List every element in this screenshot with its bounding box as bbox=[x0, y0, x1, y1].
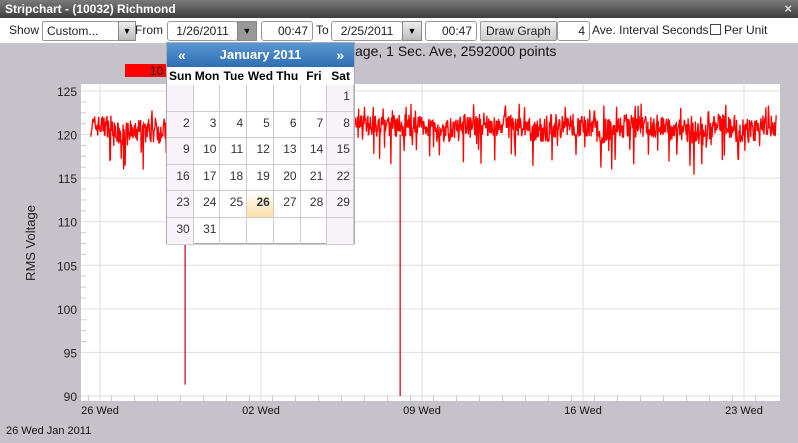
calendar-day-18[interactable]: 18 bbox=[220, 164, 248, 192]
calendar-empty-cell bbox=[247, 85, 274, 112]
calendar-empty-cell bbox=[300, 217, 328, 245]
chart-title: age, 1 Sec. Ave, 2592000 points bbox=[355, 43, 556, 59]
calendar-day-4[interactable]: 4 bbox=[220, 111, 248, 139]
calendar-day-30[interactable]: 30 bbox=[167, 217, 194, 245]
stripchart: age, 1 Sec. Ave, 2592000 points 10 90951… bbox=[6, 43, 780, 437]
calendar-day-11[interactable]: 11 bbox=[220, 138, 248, 165]
calendar-day-7[interactable]: 7 bbox=[300, 111, 328, 139]
x-tick-label: 23 Wed bbox=[725, 405, 763, 417]
calendar-day-21[interactable]: 21 bbox=[300, 164, 328, 192]
calendar-day-25[interactable]: 25 bbox=[220, 191, 248, 218]
weekday-header-thu: Thu bbox=[276, 69, 299, 83]
calendar-day-28[interactable]: 28 bbox=[300, 191, 328, 218]
calendar-month-title: January 2011 bbox=[219, 47, 302, 62]
x-tick-label: 02 Wed bbox=[242, 405, 280, 417]
calendar-day-20[interactable]: 20 bbox=[273, 164, 301, 192]
calendar-day-23[interactable]: 23 bbox=[167, 191, 194, 218]
date-picker-calendar: «January 2011» Sun Mon Tue Wed Thu Fri Sat 123… bbox=[166, 42, 355, 245]
calendar-day-24[interactable]: 24 bbox=[193, 191, 221, 218]
calendar-day-31[interactable]: 31 bbox=[193, 217, 221, 245]
calendar-day-8[interactable]: 8 bbox=[327, 111, 354, 139]
calendar-day-22[interactable]: 22 bbox=[327, 164, 354, 192]
calendar-day-6[interactable]: 6 bbox=[273, 111, 301, 139]
calendar-day-2[interactable]: 2 bbox=[167, 111, 194, 139]
calendar-empty-cell bbox=[193, 85, 221, 112]
calendar-day-12[interactable]: 12 bbox=[247, 138, 274, 165]
x-axis-caption: 26 Wed Jan 2011 bbox=[6, 425, 91, 437]
y-tick-label: 100 bbox=[57, 303, 77, 317]
calendar-day-29[interactable]: 29 bbox=[327, 191, 354, 218]
calendar-day-10[interactable]: 10 bbox=[193, 138, 221, 165]
y-tick-label: 110 bbox=[58, 216, 77, 230]
calendar-empty-cell bbox=[300, 85, 328, 112]
calendar-day-9[interactable]: 9 bbox=[167, 138, 194, 165]
weekday-header-wed: Wed bbox=[247, 69, 274, 83]
x-tick-label: 16 Wed bbox=[564, 405, 602, 417]
weekday-header-tue: Tue bbox=[223, 69, 244, 83]
y-tick-label: 95 bbox=[64, 346, 78, 360]
calendar-day-3[interactable]: 3 bbox=[193, 111, 221, 139]
x-tick-label: 09 Wed bbox=[403, 405, 441, 417]
calendar-empty-cell bbox=[273, 217, 301, 245]
y-axis-label: RMS Voltage bbox=[23, 205, 38, 281]
calendar-empty-cell bbox=[167, 85, 194, 112]
calendar-day-27[interactable]: 27 bbox=[273, 191, 301, 218]
calendar-empty-cell bbox=[327, 217, 354, 245]
y-tick-label: 105 bbox=[57, 259, 77, 273]
y-tick-label: 125 bbox=[57, 85, 77, 99]
weekday-header-sat: Sat bbox=[331, 69, 350, 83]
calendar-empty-cell bbox=[220, 217, 248, 245]
calendar-day-19[interactable]: 19 bbox=[247, 164, 274, 192]
weekday-header-sun: Sun bbox=[169, 69, 192, 83]
y-tick-label: 120 bbox=[57, 129, 77, 143]
next-month-button[interactable]: » bbox=[336, 43, 344, 67]
calendar-empty-cell bbox=[247, 217, 274, 245]
calendar-empty-cell bbox=[220, 85, 248, 112]
calendar-day-13[interactable]: 13 bbox=[273, 138, 301, 165]
calendar-day-14[interactable]: 14 bbox=[300, 138, 328, 165]
x-tick-label: 26 Wed bbox=[81, 405, 119, 417]
weekday-header-mon: Mon bbox=[194, 69, 220, 83]
legend-label: 10 bbox=[150, 64, 164, 78]
calendar-day-16[interactable]: 16 bbox=[167, 164, 194, 192]
y-tick-label: 115 bbox=[58, 172, 77, 186]
calendar-day-15[interactable]: 15 bbox=[327, 138, 354, 165]
calendar-day-26[interactable]: 26 bbox=[247, 191, 274, 218]
calendar-day-17[interactable]: 17 bbox=[193, 164, 221, 192]
calendar-empty-cell bbox=[273, 85, 301, 112]
calendar-day-1[interactable]: 1 bbox=[327, 85, 354, 112]
prev-month-button[interactable]: « bbox=[178, 43, 186, 67]
weekday-header-fri: Fri bbox=[306, 69, 322, 83]
calendar-day-5[interactable]: 5 bbox=[247, 111, 274, 139]
y-tick-label: 90 bbox=[64, 390, 78, 404]
